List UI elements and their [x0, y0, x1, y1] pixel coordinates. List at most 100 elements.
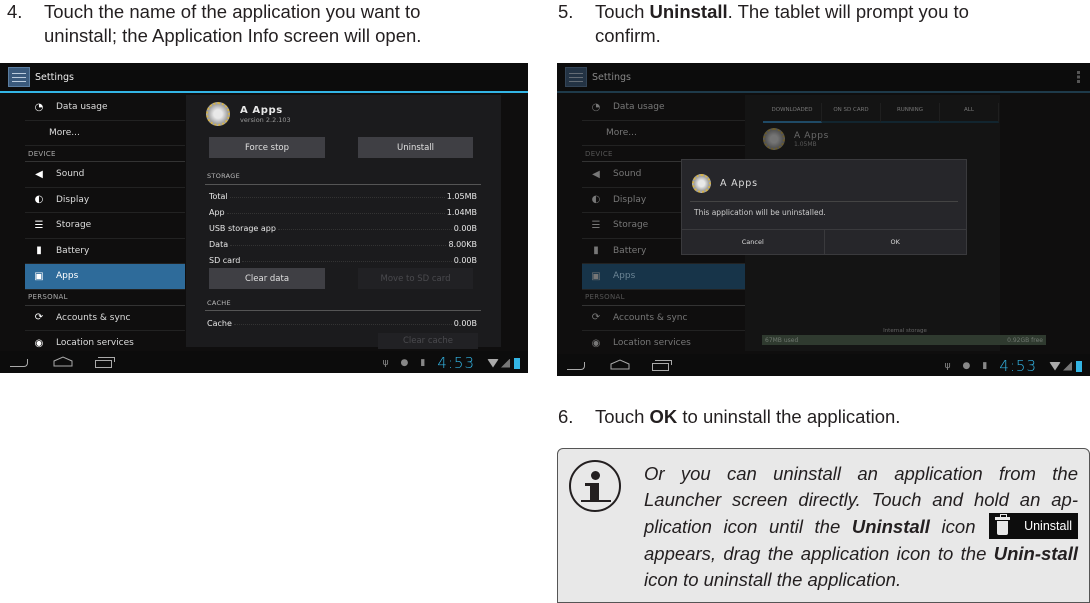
data-usage-icon: ◔	[591, 101, 601, 113]
tab-running[interactable]: RUNNING	[881, 103, 940, 123]
app-name: A Apps	[794, 130, 829, 141]
wifi-icon	[1049, 361, 1061, 371]
storage-row: App 1.04MB	[209, 208, 477, 217]
sidebar-item-apps[interactable]: ▣ Apps	[582, 264, 745, 290]
app-size: 1.05MB	[794, 140, 817, 148]
trash-icon	[995, 513, 1011, 535]
tab-all[interactable]: ALL	[940, 103, 999, 123]
system-navbar: ψ ● ▮ 4:53	[557, 354, 1090, 376]
storage-row: SD card 0.00B	[209, 256, 477, 265]
divider	[205, 184, 481, 185]
ok-button[interactable]: OK	[823, 230, 967, 254]
sidebar-item-display[interactable]: ◐ Display	[25, 188, 185, 213]
sd-card-icon: ▮	[982, 361, 988, 371]
status-area[interactable]: ψ ● ▮ 4:53	[945, 357, 1082, 375]
display-icon: ◐	[591, 194, 601, 206]
app-list-item[interactable]: A Apps 1.05MB	[763, 128, 829, 150]
sidebar-header-device: DEVICE	[25, 146, 185, 162]
home-icon[interactable]	[610, 359, 630, 370]
sidebar-header-personal: PERSONAL	[582, 290, 745, 306]
step-text: Touch the name of the application you wa…	[44, 1, 422, 46]
cache-row: Cache 0.00B	[207, 319, 477, 328]
clock: 4:53	[437, 354, 475, 372]
storage-icon: ☰	[591, 219, 601, 231]
info-note: Or you can uninstall an application from…	[557, 448, 1090, 603]
sidebar-item-apps[interactable]: ▣ Apps	[25, 264, 185, 290]
battery-status-icon	[514, 357, 520, 369]
wifi-icon	[487, 358, 499, 368]
usb-icon: ψ	[382, 358, 389, 368]
battery-status-icon	[1076, 360, 1082, 372]
uninstall-confirm-screenshot: Settings ◔ Data usage More... DEVICE ◀ Sou…	[557, 63, 1090, 376]
home-icon[interactable]	[53, 356, 73, 367]
sidebar-item-accounts-sync[interactable]: ⟳ Accounts & sync	[582, 306, 745, 331]
app-icon	[763, 128, 785, 150]
uninstall-button[interactable]: Uninstall	[358, 137, 473, 158]
uninstall-dialog: A Apps This application will be uninstal…	[681, 159, 967, 255]
uninstall-chip: Uninstall	[989, 512, 1079, 539]
clear-data-button[interactable]: Clear data	[209, 268, 325, 289]
sd-card-icon: ▮	[420, 358, 426, 368]
display-icon: ◐	[34, 194, 44, 206]
recent-apps-icon[interactable]	[652, 360, 672, 371]
cancel-button[interactable]: Cancel	[682, 230, 824, 254]
storage-free: 0.92GB free	[1007, 336, 1043, 344]
sidebar-item-data-usage[interactable]: ◔ Data usage	[25, 95, 185, 121]
internal-storage-bar: 67MB used 0.92GB free	[762, 335, 1046, 345]
sidebar-item-battery[interactable]: ▮ Battery	[25, 239, 185, 264]
app-info-screenshot: Settings ◔ Data usage More... DEVICE ◀ Sou…	[0, 63, 528, 373]
signal-icon	[1063, 361, 1072, 371]
sync-icon: ⟳	[34, 312, 44, 324]
clock: 4:53	[999, 357, 1037, 375]
dialog-message: This application will be uninstalled.	[694, 208, 826, 217]
overflow-menu-icon[interactable]	[1077, 71, 1080, 83]
sidebar-item-accounts-sync[interactable]: ⟳ Accounts & sync	[25, 306, 185, 331]
tab-on-sd-card[interactable]: ON SD CARD	[822, 103, 881, 123]
sidebar-item-sound[interactable]: ◀ Sound	[25, 162, 185, 188]
move-to-sd-button[interactable]: Move to SD card	[358, 268, 473, 289]
sidebar-item-more[interactable]: More...	[582, 121, 745, 146]
apps-icon: ▣	[591, 270, 601, 282]
sound-icon: ◀	[592, 168, 600, 180]
internal-storage-label: Internal storage	[883, 328, 927, 334]
step-number: 6.	[558, 406, 574, 427]
app-name: A Apps	[240, 104, 283, 116]
clear-cache-button[interactable]: Clear cache	[378, 333, 478, 349]
location-icon: ◉	[591, 337, 601, 349]
step-text: Touch OK to uninstall the application.	[595, 406, 901, 427]
step-text: Touch Uninstall. The tablet will prompt …	[595, 1, 969, 46]
app-icon	[206, 102, 230, 126]
signal-icon	[501, 358, 510, 368]
settings-sidebar: ◔ Data usage More... DEVICE ◀ Sound ◐ Displ…	[25, 95, 185, 357]
action-bar-title: Settings	[35, 71, 74, 83]
storage-header: STORAGE	[207, 172, 241, 180]
action-bar-title: Settings	[592, 71, 631, 83]
apps-icon: ▣	[34, 270, 44, 282]
settings-icon[interactable]	[565, 67, 587, 87]
android-debug-icon: ●	[962, 361, 971, 371]
sidebar-item-more[interactable]: More...	[25, 121, 185, 146]
action-bar: Settings	[0, 63, 528, 93]
apps-tabs: DOWNLOADED ON SD CARD RUNNING ALL	[763, 103, 999, 123]
recent-apps-icon[interactable]	[95, 357, 115, 368]
sidebar-item-location[interactable]: ◉ Location services	[582, 331, 745, 357]
sidebar-item-storage[interactable]: ☰ Storage	[25, 213, 185, 239]
storage-row: Data 8.00KB	[209, 240, 477, 249]
step-number: 4.	[7, 1, 23, 22]
dialog-title: A Apps	[720, 178, 758, 189]
settings-icon[interactable]	[8, 67, 30, 87]
sync-icon: ⟳	[591, 312, 601, 324]
status-area[interactable]: ψ ● ▮ 4:53	[383, 354, 520, 372]
sidebar-item-data-usage[interactable]: ◔ Data usage	[582, 95, 745, 121]
info-icon	[569, 460, 621, 512]
force-stop-button[interactable]: Force stop	[209, 137, 325, 158]
data-usage-icon: ◔	[34, 101, 44, 113]
app-header: A Apps version 2.2.103	[206, 102, 291, 126]
back-icon[interactable]	[567, 362, 585, 370]
action-bar: Settings	[557, 63, 1090, 93]
storage-icon: ☰	[34, 219, 44, 231]
tab-downloaded[interactable]: DOWNLOADED	[763, 103, 822, 123]
divider	[205, 310, 481, 311]
back-icon[interactable]	[10, 359, 28, 367]
battery-icon: ▮	[36, 245, 42, 257]
